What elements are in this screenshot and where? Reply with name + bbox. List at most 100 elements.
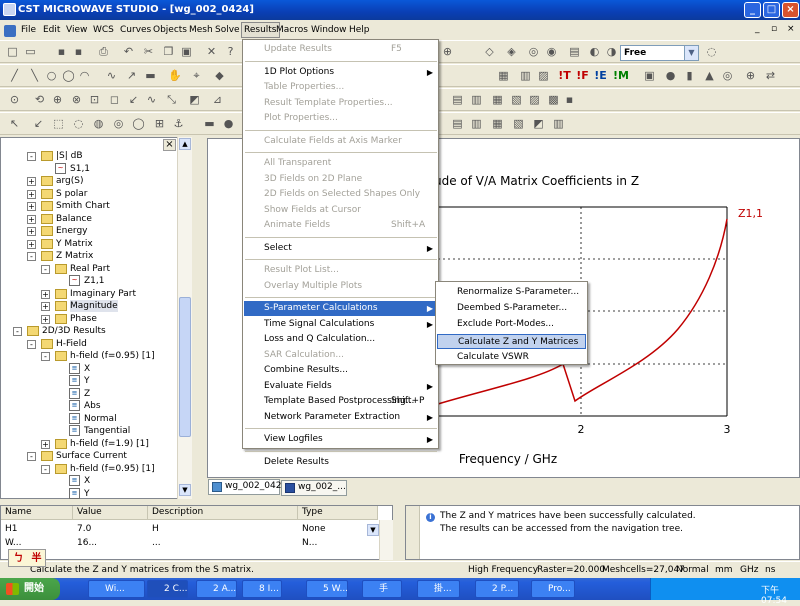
tree-expander[interactable]: - bbox=[27, 252, 36, 261]
tree-item[interactable]: |S| dB bbox=[56, 150, 83, 162]
scroll-down-arrow[interactable]: ▼ bbox=[179, 484, 191, 496]
layout-icon-3[interactable]: ▦ bbox=[491, 117, 504, 130]
tree-item[interactable]: Smith Chart bbox=[56, 200, 110, 212]
zoom-icon[interactable]: ⊕ bbox=[441, 45, 454, 58]
solid-view-icon[interactable]: ▬ bbox=[203, 117, 216, 130]
close-button[interactable]: × bbox=[782, 2, 799, 18]
table-cell[interactable]: ... bbox=[148, 536, 298, 550]
tree-item[interactable]: Phase bbox=[70, 313, 97, 325]
tree-item[interactable]: Real Part bbox=[70, 263, 110, 275]
tree-item[interactable]: h-field (f=0.95) [1] bbox=[70, 463, 155, 475]
tab-wg-002-0424[interactable]: wg_002_0424 bbox=[208, 479, 287, 495]
layout-icon-1[interactable]: ▤ bbox=[451, 117, 464, 130]
table-header[interactable]: Description bbox=[148, 506, 298, 520]
menu-view[interactable]: View bbox=[66, 25, 87, 35]
tree-item[interactable]: S polar bbox=[56, 188, 88, 200]
doc-icon[interactable] bbox=[4, 25, 16, 37]
taskbar-item-8[interactable]: 2 P... bbox=[475, 580, 519, 598]
view-icon-6[interactable]: ◐ bbox=[588, 45, 601, 58]
frequency-solver-icon[interactable]: !F bbox=[576, 69, 589, 82]
mor-solver-icon[interactable]: !M bbox=[613, 69, 629, 82]
sphere-icon[interactable]: ● bbox=[664, 69, 677, 82]
maximize-button[interactable]: □ bbox=[763, 2, 780, 18]
sparameter-submenu-item[interactable]: Calculate Z and Y Matrices bbox=[437, 334, 586, 349]
tree-item[interactable]: Y bbox=[84, 488, 90, 500]
tree-expander[interactable]: + bbox=[27, 202, 36, 211]
align-icon-1[interactable]: ▤ bbox=[451, 93, 464, 106]
align-icon-7[interactable]: ▪ bbox=[563, 93, 576, 106]
scroll-thumb[interactable] bbox=[179, 297, 191, 437]
wave-icon[interactable]: ∿ bbox=[145, 93, 158, 106]
tree-item[interactable]: arg(S) bbox=[56, 175, 84, 187]
results-menu-item[interactable]: Network Parameter Extraction ▶ bbox=[244, 410, 438, 425]
taskbar-item-9[interactable]: Pro... bbox=[531, 580, 575, 598]
save-all-icon[interactable]: ▪ bbox=[72, 45, 85, 58]
results-menu-item[interactable]: Evaluate Fields ▶ bbox=[244, 379, 438, 394]
tree-item[interactable]: Surface Current bbox=[56, 450, 127, 462]
polyline-tool-icon[interactable]: ╲ bbox=[28, 69, 41, 82]
shade-icon[interactable]: ● bbox=[222, 117, 235, 130]
taskbar-item-5[interactable]: 5 W... bbox=[306, 580, 348, 598]
tree-expander[interactable]: + bbox=[27, 177, 36, 186]
sparameter-submenu-item[interactable]: Renormalize S-Parameter... bbox=[437, 285, 586, 300]
align-tool-icon[interactable]: ◆ bbox=[213, 69, 226, 82]
zoom-icon-2[interactable]: ⊗ bbox=[70, 93, 83, 106]
undo-icon[interactable]: ↶ bbox=[122, 45, 135, 58]
wcs-icon[interactable]: ⊙ bbox=[8, 93, 21, 106]
view-icon-2[interactable]: ◈ bbox=[505, 45, 518, 58]
pick-center-icon[interactable]: ◍ bbox=[92, 117, 105, 130]
pick-clear-icon[interactable]: ◯ bbox=[132, 117, 145, 130]
layout-icon-4[interactable]: ▧ bbox=[512, 117, 525, 130]
tree-expander[interactable]: - bbox=[27, 152, 36, 161]
fit-view-icon[interactable]: ◻ bbox=[108, 93, 121, 106]
menu-mesh[interactable]: Mesh bbox=[189, 25, 213, 35]
tree-expander[interactable]: + bbox=[27, 214, 36, 224]
tree-item[interactable]: 2D/3D Results bbox=[42, 325, 106, 337]
tree-expander[interactable]: + bbox=[41, 302, 50, 311]
spline-tool-icon[interactable]: ↗ bbox=[125, 69, 138, 82]
cut-plane-icon[interactable]: ◩ bbox=[188, 93, 201, 106]
layout-icon-6[interactable]: ▥ bbox=[552, 117, 565, 130]
ime-width[interactable]: 半 bbox=[29, 552, 44, 565]
layout-icon-2[interactable]: ▥ bbox=[470, 117, 483, 130]
tree-expander[interactable]: + bbox=[41, 314, 50, 324]
front-view-icon[interactable]: ↙ bbox=[127, 93, 140, 106]
tree-expander[interactable]: - bbox=[41, 352, 50, 361]
layout-icon-5[interactable]: ◩ bbox=[532, 117, 545, 130]
reset-view-icon[interactable]: ⊡ bbox=[88, 93, 101, 106]
results-menu-item[interactable]: Select ▶ bbox=[244, 241, 438, 256]
print-icon[interactable]: ⎙ bbox=[97, 45, 110, 58]
taskbar-item-7[interactable]: 掛... bbox=[417, 580, 460, 598]
tree-expander[interactable]: + bbox=[41, 439, 50, 449]
menu-file[interactable]: File bbox=[21, 25, 36, 35]
plot-icon-3[interactable]: ▨ bbox=[537, 69, 550, 82]
chevron-down-icon[interactable]: ▼ bbox=[684, 46, 698, 60]
menu-macros[interactable]: Macros bbox=[276, 25, 308, 35]
delete-icon[interactable]: ✕ bbox=[205, 45, 218, 58]
tree-item[interactable]: Imaginary Part bbox=[70, 288, 136, 300]
tree-item[interactable]: X bbox=[84, 475, 90, 487]
close-icon[interactable]: × bbox=[163, 139, 176, 151]
arc-tool-icon[interactable]: ◠ bbox=[78, 69, 91, 82]
boolean-icon[interactable]: ⊕ bbox=[744, 69, 757, 82]
tree-item[interactable]: Magnitude bbox=[70, 300, 118, 312]
circle-tool-icon[interactable]: ○ bbox=[45, 69, 58, 82]
results-menu-item[interactable]: Template Based Postprocessing... Shift+P bbox=[244, 394, 438, 409]
results-menu-item[interactable]: View Logfiles ▶ bbox=[244, 432, 438, 447]
tree-item[interactable]: Normal bbox=[84, 413, 117, 425]
tree-item[interactable]: Y Matrix bbox=[56, 238, 93, 250]
table-header[interactable]: Value bbox=[73, 506, 148, 520]
plot-icon-2[interactable]: ▥ bbox=[519, 69, 532, 82]
curve-tool-icon[interactable]: ∿ bbox=[105, 69, 118, 82]
table-cell[interactable]: 7.0 bbox=[73, 522, 148, 536]
results-menu-item[interactable]: Loss and Q Calculation... bbox=[244, 332, 438, 347]
parameter-list[interactable]: Name Value Description Type H1 7.0 H None W... 16… bbox=[0, 505, 393, 560]
plot-icon-1[interactable]: ▦ bbox=[497, 69, 510, 82]
tab-wg-002-2[interactable]: wg_002_... bbox=[281, 480, 347, 496]
results-menu-item[interactable]: 1D Plot Options ▶ bbox=[244, 65, 438, 80]
open-file-icon[interactable]: ▭ bbox=[24, 45, 37, 58]
pick-circle-icon[interactable]: ◌ bbox=[72, 117, 85, 130]
menu-objects[interactable]: Objects bbox=[153, 25, 187, 35]
table-cell[interactable]: H bbox=[148, 522, 298, 536]
ellipse-tool-icon[interactable]: ◯ bbox=[62, 69, 75, 82]
